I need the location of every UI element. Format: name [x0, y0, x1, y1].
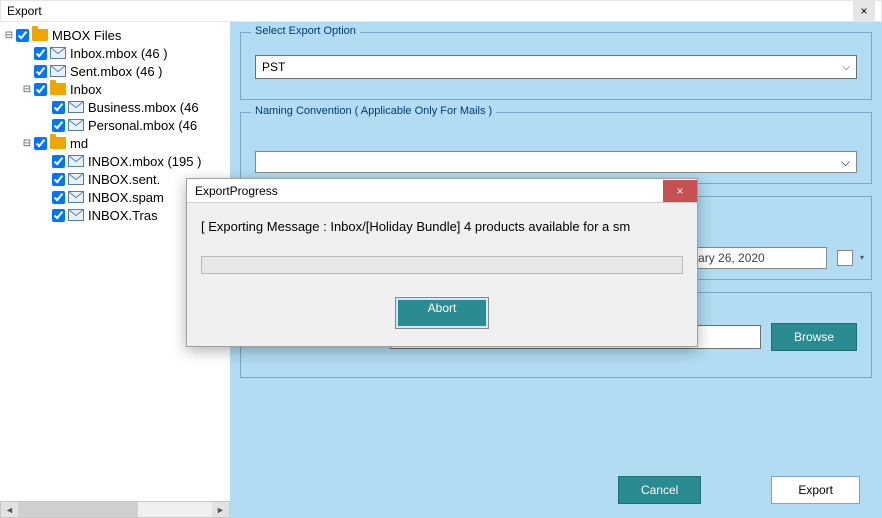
export-status-text: [ Exporting Message : Inbox/[Holiday Bun…: [201, 219, 683, 234]
group-title: Select Export Option: [251, 25, 360, 37]
tree-item[interactable]: Inbox.mbox (46 ): [2, 44, 228, 62]
tree-checkbox[interactable]: [52, 209, 65, 222]
mail-icon: [68, 191, 84, 203]
horizontal-scrollbar[interactable]: ◄ ►: [0, 501, 230, 518]
naming-select[interactable]: ⌵: [255, 151, 857, 173]
mail-icon: [68, 119, 84, 131]
tree-label: INBOX.spam: [88, 190, 164, 205]
tree-checkbox[interactable]: [16, 29, 29, 42]
mail-icon: [50, 65, 66, 77]
modal-titlebar: ExportProgress ×: [187, 179, 697, 203]
mail-icon: [68, 209, 84, 221]
export-button[interactable]: Export: [771, 476, 860, 504]
tree-label: INBOX.Tras: [88, 208, 158, 223]
scroll-right-icon[interactable]: ►: [212, 502, 229, 517]
tree-checkbox[interactable]: [34, 65, 47, 78]
window-titlebar: Export ×: [0, 0, 882, 22]
mail-icon: [68, 119, 84, 131]
tree-label: Business.mbox (46: [88, 100, 199, 115]
folder-icon: [32, 29, 48, 41]
mail-icon: [68, 101, 84, 113]
close-icon: ×: [676, 184, 683, 198]
tree-root[interactable]: ⊟ MBOX Files: [2, 26, 228, 44]
folder-icon: [50, 137, 66, 149]
modal-actions: Abort: [201, 298, 683, 328]
expand-icon[interactable]: ⊟: [2, 30, 16, 41]
chevron-down-icon: ⌵: [841, 155, 850, 170]
group-title: Naming Convention ( Applicable Only For …: [251, 105, 496, 117]
tree-checkbox[interactable]: [52, 191, 65, 204]
expand-icon[interactable]: ⊟: [20, 84, 34, 95]
export-option-group: Select Export Option PST ⌵: [240, 32, 872, 100]
tree-item[interactable]: Business.mbox (46: [2, 98, 228, 116]
tree-label: Inbox: [70, 82, 102, 97]
export-format-select[interactable]: PST ⌵: [255, 55, 857, 79]
tree-label: INBOX.mbox (195 ): [88, 154, 201, 169]
tree-label: md: [70, 136, 88, 151]
mail-icon: [50, 65, 66, 77]
close-icon: ×: [860, 4, 867, 18]
modal-body: [ Exporting Message : Inbox/[Holiday Bun…: [187, 203, 697, 346]
mail-icon: [68, 155, 84, 167]
tree-item[interactable]: ⊟ md: [2, 134, 228, 152]
tree-checkbox[interactable]: [52, 101, 65, 114]
tree-checkbox[interactable]: [34, 137, 47, 150]
tree-label: Personal.mbox (46: [88, 118, 197, 133]
naming-convention-group: Naming Convention ( Applicable Only For …: [240, 112, 872, 184]
mail-icon: [68, 173, 84, 185]
dialog-buttons: Cancel Export: [618, 476, 860, 504]
scroll-left-icon[interactable]: ◄: [1, 502, 18, 517]
tree-item[interactable]: INBOX.mbox (195 ): [2, 152, 228, 170]
tree-checkbox[interactable]: [52, 155, 65, 168]
tree-checkbox[interactable]: [52, 119, 65, 132]
mail-icon: [68, 155, 84, 167]
mail-icon: [68, 173, 84, 185]
mail-icon: [68, 191, 84, 203]
tree-label: INBOX.sent.: [88, 172, 160, 187]
tree-checkbox[interactable]: [52, 173, 65, 186]
tree-checkbox[interactable]: [34, 47, 47, 60]
tree-label: Sent.mbox (46 ): [70, 64, 163, 79]
expand-icon[interactable]: ⊟: [20, 138, 34, 149]
tree-item[interactable]: Sent.mbox (46 ): [2, 62, 228, 80]
progress-bar: [201, 256, 683, 274]
scroll-track[interactable]: [18, 502, 212, 517]
calendar-icon[interactable]: [837, 250, 853, 266]
export-window: Export × ⊟ MBOX Files Inbox.mbox (46 ) Se…: [0, 0, 882, 518]
browse-button[interactable]: Browse: [771, 323, 857, 351]
mail-icon: [50, 47, 66, 59]
tree-item[interactable]: Personal.mbox (46: [2, 116, 228, 134]
tree-checkbox[interactable]: [34, 83, 47, 96]
window-close-button[interactable]: ×: [853, 1, 875, 21]
export-progress-dialog: ExportProgress × [ Exporting Message : I…: [186, 178, 698, 347]
tree-label: Inbox.mbox (46 ): [70, 46, 168, 61]
window-title: Export: [7, 4, 42, 18]
abort-button[interactable]: Abort: [396, 298, 489, 328]
chevron-down-icon: ⌵: [842, 62, 850, 73]
modal-title: ExportProgress: [195, 184, 278, 198]
folder-icon: [50, 83, 66, 95]
tree-item[interactable]: ⊟ Inbox: [2, 80, 228, 98]
mail-icon: [68, 209, 84, 221]
mail-icon: [68, 101, 84, 113]
modal-close-button[interactable]: ×: [663, 180, 697, 202]
export-format-value: PST: [262, 60, 285, 74]
mail-icon: [50, 47, 66, 59]
cancel-button[interactable]: Cancel: [618, 476, 701, 504]
tree-label: MBOX Files: [52, 28, 121, 43]
scroll-thumb[interactable]: [18, 502, 138, 517]
